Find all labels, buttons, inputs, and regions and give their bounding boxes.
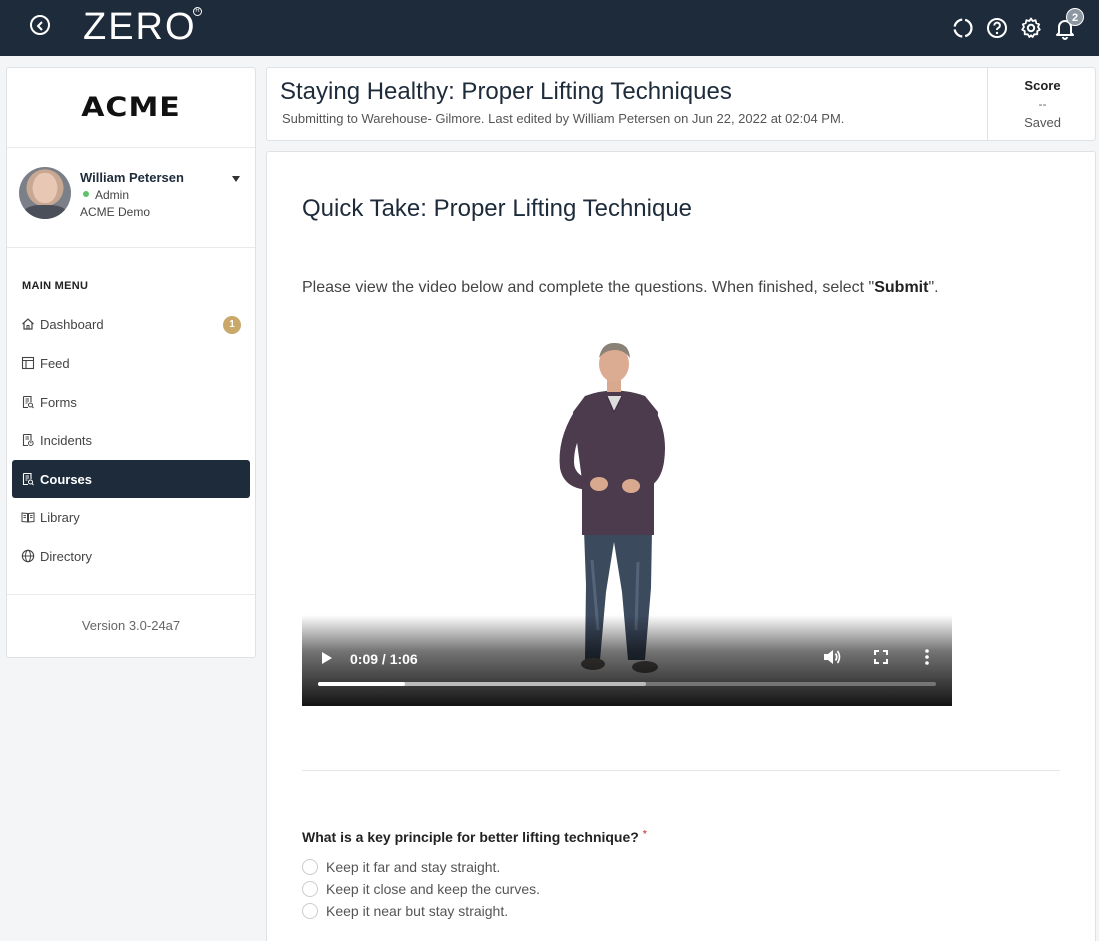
answer-option[interactable]: Keep it near but stay straight. bbox=[302, 901, 508, 921]
company-logo: ACME bbox=[7, 68, 255, 148]
sidebar-item-label: Dashboard bbox=[40, 316, 104, 332]
answer-option-label: Keep it near but stay straight. bbox=[326, 903, 509, 919]
sidebar-item-label: Forms bbox=[40, 394, 77, 410]
sidebar-item-label: Directory bbox=[40, 548, 93, 564]
answer-option[interactable]: Keep it far and stay straight. bbox=[302, 857, 500, 877]
score-value: -- bbox=[1038, 97, 1047, 111]
user-profile[interactable]: William Petersen Admin ACME Demo bbox=[7, 148, 255, 248]
fullscreen-icon[interactable] bbox=[873, 649, 889, 665]
courses-icon bbox=[22, 472, 34, 486]
instructions-text: Please view the video below and complete… bbox=[302, 279, 939, 296]
sidebar-item-forms[interactable]: Forms bbox=[12, 383, 250, 421]
video-seek-bar[interactable] bbox=[318, 682, 936, 686]
sidebar-item-label: Courses bbox=[40, 471, 93, 487]
score-box: Score -- Saved bbox=[987, 68, 1096, 140]
section-title: Quick Take: Proper Lifting Technique bbox=[302, 195, 693, 222]
chevron-down-icon[interactable] bbox=[232, 176, 240, 182]
main-menu-title: MAIN MENU bbox=[22, 280, 89, 292]
forms-icon bbox=[22, 395, 34, 409]
user-name: William Petersen bbox=[80, 170, 184, 185]
required-mark: * bbox=[642, 829, 647, 840]
avatar bbox=[19, 167, 71, 219]
course-submission-info: Submitting to Warehouse- Gilmore. Last e… bbox=[282, 111, 845, 126]
question-text: What is a key principle for better lifti… bbox=[302, 829, 647, 845]
feed-icon bbox=[21, 356, 35, 370]
sidebar-item-library[interactable]: Library bbox=[12, 498, 250, 536]
app-version: Version 3.0-24a7 bbox=[81, 618, 181, 633]
course-content: Quick Take: Proper Lifting Technique Ple… bbox=[266, 151, 1096, 941]
radio-button[interactable] bbox=[302, 903, 318, 919]
sidebar-item-label: Library bbox=[40, 509, 80, 525]
incidents-icon bbox=[22, 433, 34, 447]
video-player[interactable]: 0:09 / 1:06 bbox=[302, 330, 952, 706]
notification-count-badge: 2 bbox=[1066, 8, 1084, 26]
registered-mark: R bbox=[193, 7, 202, 16]
answer-option-label: Keep it close and keep the curves. bbox=[326, 881, 541, 897]
answer-option-label: Keep it far and stay straight. bbox=[326, 859, 501, 875]
sidebar-item-dashboard[interactable]: Dashboard 1 bbox=[12, 305, 250, 343]
submit-keyword: Submit bbox=[874, 279, 929, 296]
help-icon[interactable] bbox=[985, 16, 1009, 40]
user-role: Admin bbox=[95, 188, 130, 202]
radio-button[interactable] bbox=[302, 859, 318, 875]
top-navigation-bar: ZERO R 2 bbox=[0, 0, 1099, 56]
online-status-dot bbox=[83, 191, 89, 197]
volume-icon[interactable] bbox=[822, 648, 842, 666]
company-logo-text: ACME bbox=[81, 91, 181, 124]
play-icon[interactable] bbox=[320, 650, 334, 666]
more-options-icon[interactable] bbox=[924, 648, 930, 666]
dashboard-count-badge: 1 bbox=[223, 316, 241, 334]
home-icon bbox=[22, 318, 34, 330]
video-progress-fill bbox=[318, 682, 405, 686]
sidebar-item-directory[interactable]: Directory bbox=[12, 537, 250, 575]
sidebar-item-label: Incidents bbox=[40, 432, 93, 448]
course-header: Staying Healthy: Proper Lifting Techniqu… bbox=[266, 67, 1096, 141]
sidebar-item-label: Feed bbox=[40, 355, 70, 371]
video-time-display: 0:09 / 1:06 bbox=[350, 651, 418, 667]
save-status: Saved bbox=[1024, 115, 1061, 130]
sidebar-item-incidents[interactable]: Incidents bbox=[12, 421, 250, 459]
library-icon bbox=[21, 512, 35, 523]
back-icon[interactable] bbox=[30, 15, 50, 35]
score-label: Score bbox=[1024, 78, 1061, 93]
radio-button[interactable] bbox=[302, 881, 318, 897]
sidebar: ACME William Petersen Admin ACME Demo MA… bbox=[6, 67, 256, 658]
globe-icon bbox=[21, 549, 35, 563]
content-divider bbox=[302, 770, 1060, 771]
zero-logo[interactable]: ZERO bbox=[83, 6, 197, 49]
sync-icon[interactable] bbox=[951, 16, 975, 40]
sidebar-item-feed[interactable]: Feed bbox=[12, 344, 250, 382]
answer-option[interactable]: Keep it close and keep the curves. bbox=[302, 879, 540, 899]
user-organization: ACME Demo bbox=[80, 205, 151, 219]
page-title: Staying Healthy: Proper Lifting Techniqu… bbox=[280, 78, 732, 105]
settings-icon[interactable] bbox=[1019, 16, 1043, 40]
sidebar-divider bbox=[7, 594, 255, 595]
sidebar-item-courses[interactable]: Courses bbox=[12, 460, 250, 498]
